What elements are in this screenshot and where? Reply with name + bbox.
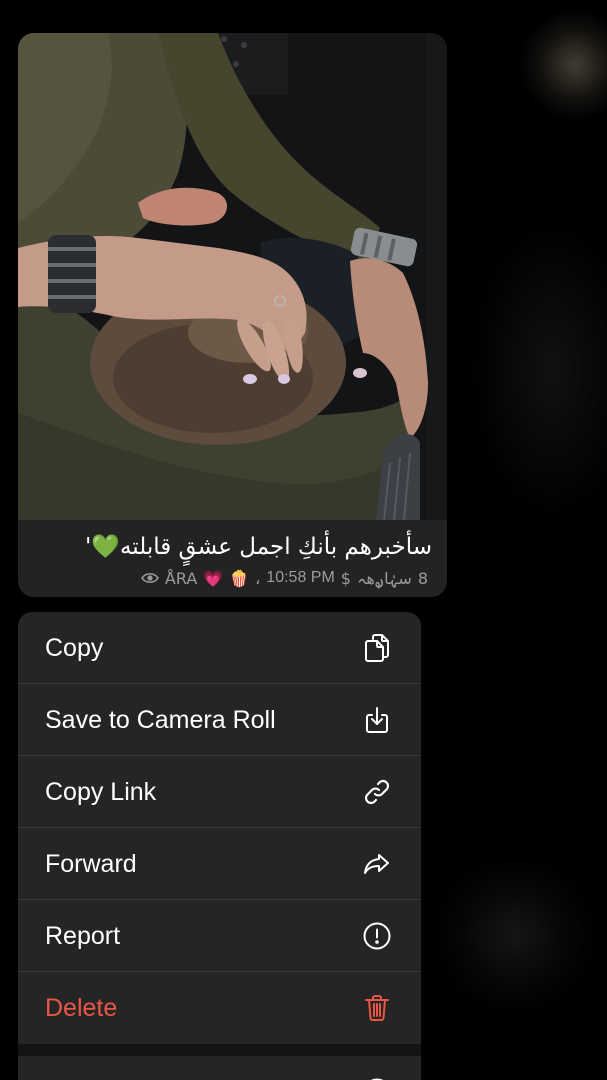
menu-item-label: Copy: [45, 634, 104, 662]
circle-icon: [361, 1076, 393, 1080]
copy-icon: [361, 632, 393, 664]
menu-item-label: Report: [45, 922, 121, 950]
menu-item-save-to-camera-roll[interactable]: Save to Camera Roll: [18, 684, 421, 756]
background-blur: [520, 10, 607, 120]
message-time: 10:58 PM: [266, 569, 335, 586]
menu-item-delete[interactable]: Delete: [18, 972, 421, 1044]
download-icon: [361, 704, 393, 736]
meta-separator: ،: [255, 568, 261, 588]
menu-item-copy-link[interactable]: Copy Link: [18, 756, 421, 828]
message-photo[interactable]: [18, 33, 447, 520]
background-blur: [470, 220, 607, 520]
menu-item-report[interactable]: Report: [18, 900, 421, 972]
meta-mark: $: [340, 568, 351, 588]
menu-item-next[interactable]: [18, 1056, 421, 1080]
menu-item-label: Copy Link: [45, 778, 157, 806]
menu-item-copy[interactable]: Copy: [18, 612, 421, 684]
background-blur: [430, 860, 600, 1010]
signature-emoji: 🍿: [229, 568, 250, 588]
report-icon: [361, 920, 393, 952]
signature-emoji: 💗: [203, 568, 224, 588]
context-menu: Copy Save to Camera Roll Copy Link Forwa…: [18, 612, 421, 1080]
menu-item-label: Save to Camera Roll: [45, 706, 276, 734]
menu-group-separator: [18, 1044, 421, 1056]
forward-icon: [361, 848, 393, 880]
meta-count: 8: [417, 568, 428, 588]
message-bubble: سأخبرهم بأنكِ اجمل عشقٍ قابلته💚' ÅRA 💗 🍿…: [18, 33, 447, 597]
message-meta: ÅRA 💗 🍿 ، 10:58 PM $ سہٰاࢪهہ 8: [140, 568, 428, 588]
menu-item-label: Delete: [45, 994, 118, 1022]
meta-author: سہٰاࢪهہ: [356, 568, 412, 588]
eye-icon: [140, 573, 159, 583]
link-icon: [361, 776, 393, 808]
menu-item-label: Forward: [45, 850, 137, 878]
author-signature: ÅRA: [164, 568, 198, 588]
menu-item-forward[interactable]: Forward: [18, 828, 421, 900]
photo-watch-left: [48, 235, 96, 313]
message-caption: سأخبرهم بأنكِ اجمل عشقٍ قابلته💚': [85, 534, 432, 560]
trash-icon: [361, 992, 393, 1024]
